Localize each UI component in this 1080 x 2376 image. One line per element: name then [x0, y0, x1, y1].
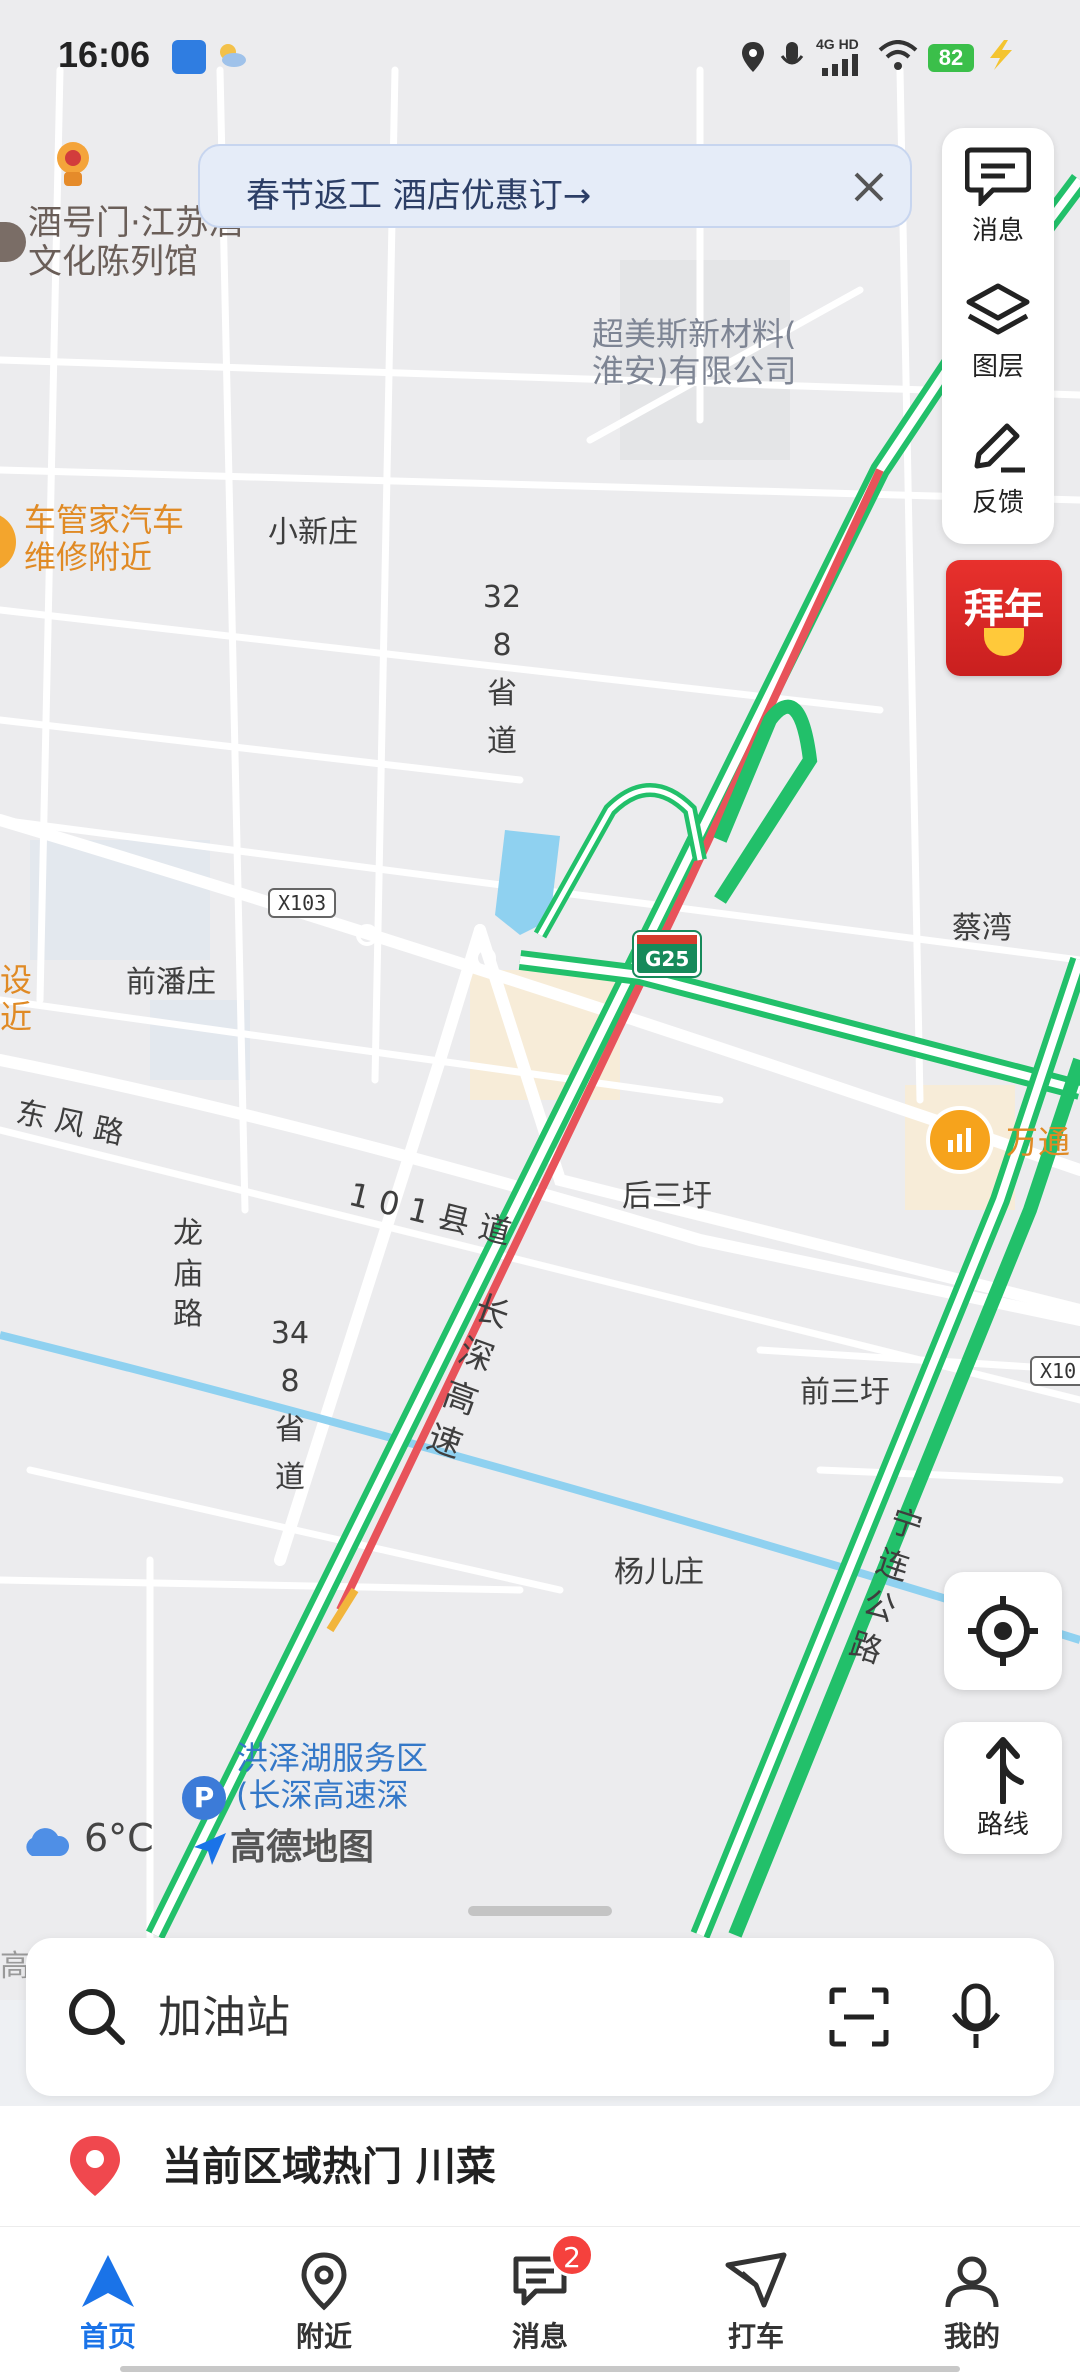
place-qianpanzhuang: 前潘庄	[126, 965, 216, 1000]
route-label: 路线	[976, 1810, 1029, 1840]
user-icon	[945, 2256, 999, 2308]
tab-nearby-label: 附近	[295, 2320, 352, 2353]
location-pin-icon	[301, 2252, 347, 2311]
route-button[interactable]: 路线	[944, 1722, 1062, 1854]
messages-tool-label: 消息	[971, 216, 1024, 246]
messages-tool-button[interactable]: 消息	[942, 128, 1054, 258]
weather-temp: 6°C	[84, 1816, 154, 1860]
search-input[interactable]	[158, 1986, 798, 2048]
signal-icon	[822, 54, 858, 76]
close-icon[interactable]	[846, 164, 892, 210]
edge-poi-label[interactable]: 设 近	[0, 962, 32, 1036]
tab-messages[interactable]: 消息 2	[432, 2227, 648, 2376]
tab-taxi-label: 打车	[727, 2320, 784, 2353]
sheet-drag-handle[interactable]	[468, 1906, 612, 1916]
route-turn-icon	[986, 1737, 1024, 1804]
road-348-label: 348省道	[270, 1316, 310, 1495]
gold-ingot-icon	[984, 628, 1024, 656]
cloud-icon	[26, 1827, 70, 1856]
festival-greeting-label: 拜年	[964, 586, 1044, 632]
locate-button[interactable]	[944, 1572, 1062, 1690]
scan-icon[interactable]	[826, 1984, 892, 2050]
search-bar[interactable]	[26, 1938, 1054, 2096]
tab-profile-label: 我的	[943, 2320, 1000, 2353]
tab-home[interactable]: 首页	[0, 2227, 216, 2376]
wifi-icon	[878, 40, 918, 70]
system-gesture-bar[interactable]	[120, 2366, 960, 2372]
feedback-tool-button[interactable]: 反馈	[942, 400, 1054, 530]
promo-banner[interactable]: 春节返工 酒店优惠订→	[198, 144, 912, 228]
weather-widget[interactable]: 6°C	[20, 1816, 154, 1860]
crosshair-icon	[968, 1596, 1038, 1666]
place-housanyu: 后三圩	[622, 1179, 712, 1214]
home-arrow-icon	[82, 2255, 134, 2307]
red-pin-icon	[70, 2136, 120, 2196]
place-caiwan: 蔡湾	[952, 911, 1012, 946]
museum-marker-icon[interactable]	[50, 140, 96, 190]
location-status-icon	[742, 42, 764, 72]
car-repair-label[interactable]: 车管家汽车 维修附近	[24, 502, 184, 576]
bottom-tab-bar: 首页 附近 消息 2 打车 我的	[0, 2226, 1080, 2376]
edit-pencil-icon	[974, 423, 1025, 473]
feedback-tool-label: 反馈	[971, 488, 1024, 518]
tab-home-label: 首页	[79, 2320, 136, 2353]
map-canvas[interactable]: 酒号门·江苏酒 文化陈列馆 超美斯新材料( 淮安)有限公司 车管家汽车 维修附近…	[0, 0, 1080, 2000]
wantong-marker-icon[interactable]	[926, 1106, 994, 1174]
messages-badge: 2	[550, 2233, 594, 2277]
parking-icon[interactable]: P	[182, 1776, 226, 1820]
amap-logo-text: 高德地图	[230, 1827, 375, 1868]
hot-suggestion-text[interactable]: 当前区域热门 川菜	[162, 2134, 496, 2192]
message-bubble-icon	[965, 147, 1031, 206]
network-status: 4G HD	[816, 36, 859, 52]
road-longmiao-label: 龙 庙 路	[173, 1216, 203, 1332]
charging-icon	[990, 40, 1012, 70]
layers-icon	[966, 283, 1030, 335]
voice-mic-icon[interactable]	[946, 1982, 1006, 2052]
tab-profile[interactable]: 我的	[864, 2227, 1080, 2376]
battery-indicator: 82	[928, 44, 974, 72]
g25-shield: G25	[631, 930, 703, 978]
promo-text[interactable]: 春节返工 酒店优惠订→	[246, 168, 591, 217]
hot-suggestion-row[interactable]: 当前区域热门 川菜	[0, 2106, 1080, 2226]
status-bar: 16:06 4G HD 82	[0, 0, 1080, 110]
map-tools-panel: 消息 图层 反馈	[942, 128, 1054, 544]
weather-small-icon	[220, 44, 246, 67]
layers-tool-button[interactable]: 图层	[942, 264, 1054, 394]
service-area-label[interactable]: 洪泽湖服务区 (长深高速深	[236, 1740, 428, 1814]
mic-status-icon	[780, 42, 804, 65]
amap-logo: 高德地图	[190, 1818, 374, 1870]
festival-greeting-button[interactable]: 拜年	[946, 560, 1062, 676]
company-label[interactable]: 超美斯新材料( 淮安)有限公司	[592, 316, 797, 390]
amap-logo-icon	[194, 1833, 226, 1865]
search-icon	[69, 1989, 125, 2045]
taxi-icon	[725, 2252, 787, 2308]
x103-shield: X103	[268, 888, 337, 918]
boss-app-icon	[172, 40, 206, 74]
x10-shield: X10	[1030, 1356, 1080, 1386]
place-xiaoxinzhuang: 小新庄	[268, 515, 358, 550]
layers-tool-label: 图层	[971, 352, 1024, 382]
status-time: 16:06	[58, 34, 151, 75]
place-qiansanyu: 前三圩	[800, 1375, 890, 1410]
road-328-label: 328省道	[482, 580, 522, 759]
tab-messages-label: 消息	[511, 2320, 568, 2353]
place-yangerzhuang: 杨儿庄	[614, 1555, 704, 1590]
tab-nearby[interactable]: 附近	[216, 2227, 432, 2376]
tab-taxi[interactable]: 打车	[648, 2227, 864, 2376]
wantong-label[interactable]: 万通	[1006, 1124, 1070, 1161]
